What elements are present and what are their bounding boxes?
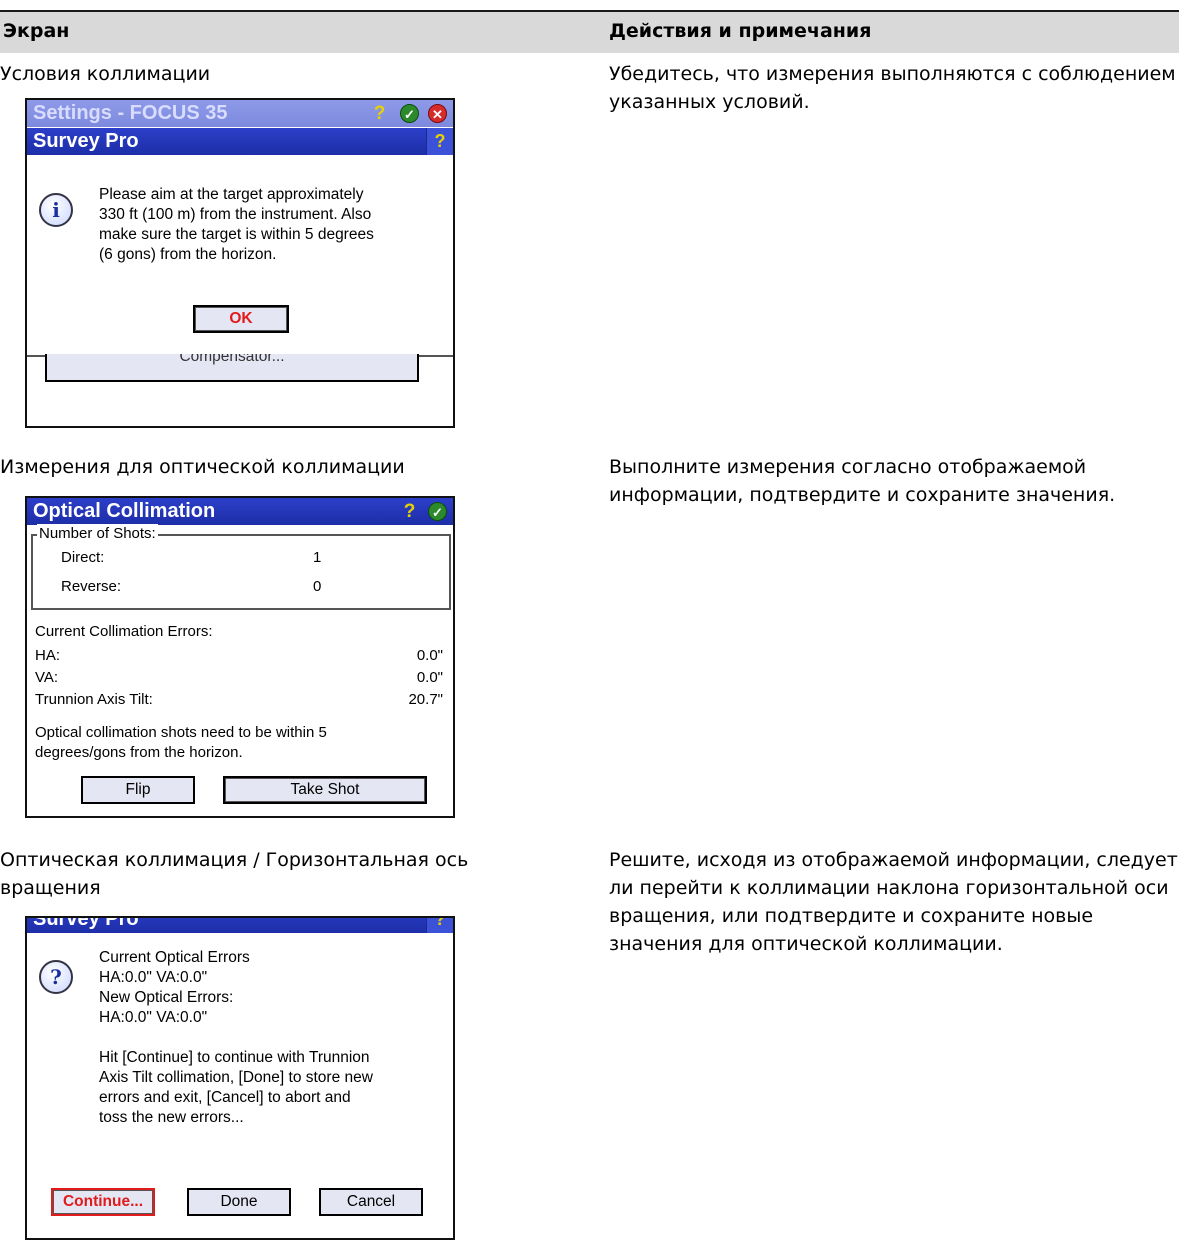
ha-label: HA: [35, 647, 61, 664]
dialog-titlebar: Survey Pro ? [27, 128, 453, 155]
va-label: VA: [35, 669, 59, 686]
tilt-label: Trunnion Axis Tilt: [35, 691, 153, 708]
dialog-title: Survey Pro [33, 130, 139, 152]
background-title: Settings - FOCUS 35 [33, 102, 228, 124]
screen-optical-collimation: Optical Collimation ? ✓ Number of Shots:… [25, 496, 455, 818]
va-value: 0.0" [416, 669, 443, 686]
ok-button[interactable]: OK [193, 305, 289, 333]
screen-optical-errors: Survey Pro ? ? Current Optical Errors HA… [25, 916, 455, 1240]
dialog-body: i Please aim at the target approximately… [27, 155, 453, 355]
shots-group: Number of Shots: Direct: 1 Reverse: 0 [31, 524, 451, 610]
row1-note: Убедитесь, что измерения выполняются с с… [609, 63, 1176, 113]
dialog-titlebar: Survey Pro ? [27, 916, 453, 933]
close-icon[interactable]: ✕ [428, 104, 447, 123]
collimation-hint: Optical collimation shots need to be wit… [35, 724, 327, 761]
done-button[interactable]: Done [187, 1188, 291, 1216]
row3-note: Решите, исходя из отображаемой информаци… [609, 849, 1178, 955]
cancel-button[interactable]: Cancel [319, 1188, 423, 1216]
direct-value: 1 [313, 549, 322, 566]
screen-collimation-conditions: Settings - FOCUS 35 ? ✓ ✕ Survey Pro ? i… [25, 98, 455, 428]
errors-title: Current Collimation Errors: [35, 623, 213, 640]
ok-check-icon[interactable]: ✓ [428, 502, 447, 521]
reverse-value: 0 [313, 578, 322, 595]
direct-label: Direct: [61, 549, 105, 566]
row2-label: Измерения для оптической коллимации [0, 456, 405, 478]
table-header: Экран Действия и примечания [0, 10, 1179, 53]
question-icon: ? [39, 960, 73, 994]
help-icon[interactable]: ? [400, 502, 419, 521]
titlebar: Optical Collimation ? ✓ [27, 498, 453, 525]
continue-button[interactable]: Continue... [51, 1188, 155, 1216]
help-icon[interactable]: ? [370, 104, 389, 123]
flip-button[interactable]: Flip [81, 776, 195, 804]
dialog-message: Please aim at the target approximately 3… [99, 186, 374, 263]
ok-check-icon[interactable]: ✓ [400, 104, 419, 123]
row3-label: Оптическая коллимация / Горизонтальная о… [0, 849, 469, 899]
tilt-value: 20.7" [408, 691, 443, 708]
compensator-label: Compensator... [179, 354, 285, 365]
header-actions: Действия и примечания [609, 20, 872, 42]
header-screen: Экран [3, 20, 70, 42]
reverse-label: Reverse: [61, 578, 122, 595]
dialog-help-icon[interactable]: ? [426, 128, 453, 155]
shots-group-title: Number of Shots: [37, 524, 158, 544]
dialog-help-icon[interactable]: ? [426, 918, 453, 933]
dialog-message: Current Optical Errors HA:0.0" VA:0.0" N… [99, 949, 373, 1126]
take-shot-button[interactable]: Take Shot [223, 776, 427, 804]
ha-value: 0.0" [416, 647, 443, 664]
compensator-button[interactable]: Compensator... [45, 354, 419, 382]
background-titlebar: Settings - FOCUS 35 ? ✓ ✕ [27, 100, 453, 127]
screen-title: Optical Collimation [33, 500, 216, 522]
row2-note: Выполните измерения согласно отображаемо… [609, 456, 1116, 506]
row1-label: Условия коллимации [0, 63, 211, 85]
dialog-title: Survey Pro [33, 916, 139, 930]
info-icon: i [39, 193, 73, 227]
